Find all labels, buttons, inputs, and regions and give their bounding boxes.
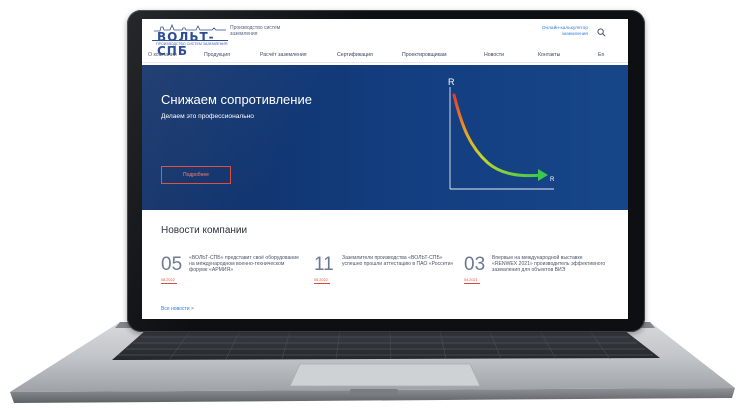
news-date-underline <box>161 283 177 284</box>
laptop-mockup: ВОЛЬТ-СПБ ПРОИЗВОДСТВО СИСТЕМ ЗАЗЕМЛЕНИЯ… <box>0 0 744 410</box>
hero-banner: Снижаем сопротивление Делаем это професс… <box>142 65 628 210</box>
news-date: 04.2021 <box>464 278 478 282</box>
nav-item-language-en[interactable]: En <box>598 52 604 58</box>
logo-subtext: ПРОИЗВОДСТВО СИСТЕМ ЗАЗЕМЛЕНИЯ <box>156 42 228 46</box>
news-date: 05.2022 <box>314 278 328 282</box>
search-icon[interactable] <box>597 28 606 37</box>
all-news-link[interactable]: Все новости > <box>161 306 194 312</box>
curve-arrow-head-icon <box>538 169 548 181</box>
nav-item-contacts[interactable]: Контакты <box>538 52 560 58</box>
news-day: 05 <box>161 254 183 275</box>
main-nav: О компании Продукция Расчёт заземления С… <box>142 50 628 63</box>
news-item[interactable]: 05 08.2022 «ВОЛЬТ-СПБ» представит своё о… <box>161 255 311 295</box>
news-day: 03 <box>464 254 486 275</box>
news-section: Новости компании 05 08.2022 «ВОЛЬТ-СПБ» … <box>142 210 628 319</box>
news-section-title: Новости компании <box>161 225 248 236</box>
nav-item-designers[interactable]: Проектировщикам <box>402 52 447 58</box>
hero-subtitle: Делаем это профессионально <box>161 113 254 120</box>
news-day: 11 <box>314 254 334 275</box>
nav-item-products[interactable]: Продукция <box>204 52 230 58</box>
chart-x-label: R <box>550 177 555 183</box>
hero-title: Снижаем сопротивление <box>161 92 312 107</box>
news-item[interactable]: 11 05.2022 Заземлители производства «ВОЛ… <box>314 255 464 295</box>
news-text: Впервые на международной выставке «RENWE… <box>492 255 606 273</box>
site-header: ВОЛЬТ-СПБ ПРОИЗВОДСТВО СИСТЕМ ЗАЗЕМЛЕНИЯ… <box>142 19 628 58</box>
news-text: «ВОЛЬТ-СПБ» представит своё оборудование… <box>189 255 299 273</box>
news-date-underline <box>464 283 480 284</box>
site-logo[interactable]: ВОЛЬТ-СПБ ПРОИЗВОДСТВО СИСТЕМ ЗАЗЕМЛЕНИЯ <box>152 23 228 58</box>
news-item[interactable]: 03 04.2021 Впервые на международной выст… <box>464 255 614 295</box>
more-button[interactable]: Подробнее <box>161 166 231 184</box>
nav-item-certification[interactable]: Сертификация <box>337 52 373 58</box>
news-date-underline <box>314 283 330 284</box>
site-tagline: Производство систем заземления <box>230 25 281 37</box>
resistance-curve-graphic: R R <box>448 77 555 190</box>
chart-y-label: R <box>448 77 455 87</box>
nav-item-about[interactable]: О компании <box>148 52 177 58</box>
news-date: 08.2022 <box>161 278 175 282</box>
nav-item-news[interactable]: Новости <box>484 52 504 58</box>
nav-item-calculation[interactable]: Расчёт заземления <box>260 52 307 58</box>
resistance-curve <box>452 93 544 178</box>
laptop-screen: ВОЛЬТ-СПБ ПРОИЗВОДСТВО СИСТЕМ ЗАЗЕМЛЕНИЯ… <box>142 19 628 319</box>
news-text: Заземлители производства «ВОЛЬТ-СПБ» усп… <box>342 255 454 267</box>
online-calculator-link[interactable]: Онлайн-калькулятор заземления <box>518 26 588 38</box>
